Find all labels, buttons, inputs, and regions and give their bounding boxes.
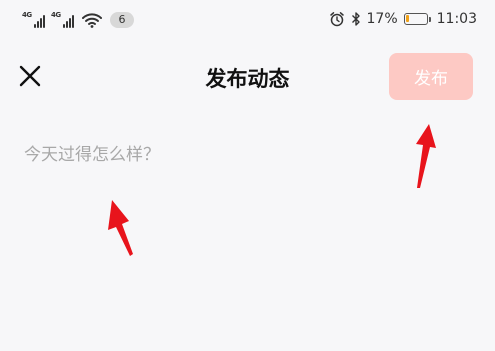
battery-percent: 17% (366, 11, 398, 27)
network-type-label: 4G (51, 11, 61, 19)
cell-signal-icon: 4G (22, 11, 45, 28)
alarm-icon (329, 12, 344, 27)
bluetooth-icon (351, 12, 360, 26)
status-left: 4G 4G 6 (22, 8, 134, 28)
status-right: 17% 11:03 (329, 9, 477, 29)
publish-button[interactable]: 发布 (389, 53, 473, 100)
annotation-arrow (108, 200, 133, 256)
wifi-icon (82, 13, 102, 28)
battery-icon (403, 13, 431, 25)
annotation-arrow (416, 124, 436, 188)
network-type-label: 4G (22, 11, 32, 19)
clock-time: 11:03 (436, 11, 477, 27)
top-app-bar: 发布动态 发布 (0, 48, 495, 106)
status-bar: 4G 4G 6 17% 11:03 (0, 0, 495, 38)
notification-count-badge: 6 (110, 12, 134, 28)
battery-level-fill (405, 15, 409, 22)
cell-signal-icon: 4G (51, 11, 74, 28)
